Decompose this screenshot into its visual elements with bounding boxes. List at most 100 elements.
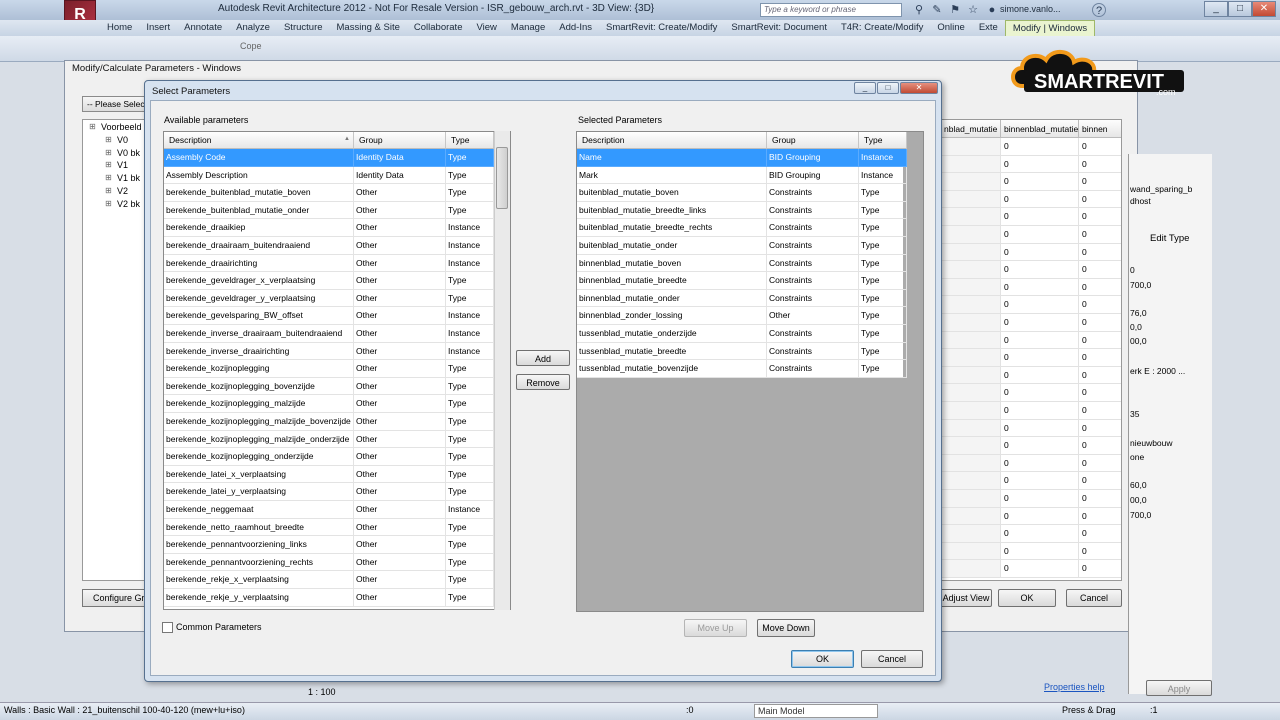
grid-cell[interactable] bbox=[941, 190, 1001, 209]
grid-cell[interactable]: 0 bbox=[1079, 191, 1121, 209]
property-value[interactable]: 0,0 bbox=[1130, 322, 1210, 332]
table-row[interactable]: tussenblad_mutatie_breedte Constraints Typ… bbox=[577, 342, 907, 361]
grid-cell[interactable]: 0 bbox=[1079, 543, 1121, 561]
grid-cell[interactable]: 0 bbox=[1001, 419, 1079, 438]
column-header[interactable]: Description bbox=[577, 132, 767, 149]
configure-groups-button[interactable]: Configure Grou bbox=[82, 589, 150, 607]
grid-cell[interactable]: 0 bbox=[1079, 208, 1121, 226]
ribbon-tab[interactable]: Annotate bbox=[177, 20, 229, 36]
property-value[interactable]: 00,0 bbox=[1130, 495, 1210, 505]
table-row[interactable]: berekende_geveldrager_y_verplaatsing Othe… bbox=[164, 289, 494, 308]
grid-cell[interactable]: 0 bbox=[1079, 156, 1121, 174]
table-row[interactable]: berekende_buitenblad_mutatie_onder Other T… bbox=[164, 201, 494, 220]
grid-cell[interactable]: 0 bbox=[1001, 314, 1079, 332]
ribbon-tab[interactable]: Insert bbox=[139, 20, 177, 36]
grid-cell[interactable] bbox=[941, 226, 1001, 244]
subscription-icon[interactable]: ✎ bbox=[930, 3, 944, 17]
available-parameters-grid[interactable]: Description Group Type ▲ Assembly Code Identi… bbox=[163, 131, 511, 610]
table-row[interactable]: berekende_rekje_y_verplaatsing Other Type bbox=[164, 589, 494, 607]
grid-cell[interactable] bbox=[941, 454, 1001, 473]
grid-cell[interactable]: 0 bbox=[1001, 243, 1079, 262]
grid-cell[interactable]: 0 bbox=[1001, 331, 1079, 350]
grid-cell[interactable]: 0 bbox=[1001, 173, 1079, 191]
ribbon-tab[interactable]: Add-Ins bbox=[552, 20, 599, 36]
grid-cell[interactable]: 0 bbox=[1079, 472, 1121, 490]
tree-expander-icon[interactable]: ⊞ bbox=[105, 148, 112, 157]
scrollbar-thumb[interactable] bbox=[496, 147, 508, 209]
ribbon-tab[interactable]: Manage bbox=[504, 20, 552, 36]
grid-cell[interactable]: 0 bbox=[1001, 208, 1079, 226]
communication-icon[interactable]: ⚑ bbox=[948, 3, 962, 17]
grid-cell[interactable] bbox=[941, 243, 1001, 262]
ribbon-tab[interactable]: Exte bbox=[972, 20, 1005, 36]
grid-cell[interactable]: 0 bbox=[1001, 454, 1079, 473]
property-value[interactable]: 60,0 bbox=[1130, 480, 1210, 490]
grid-cell[interactable]: 0 bbox=[1001, 542, 1079, 561]
property-value[interactable]: one bbox=[1130, 452, 1210, 462]
property-value[interactable]: erk E : 2000 ... bbox=[1130, 366, 1210, 376]
table-row[interactable]: berekende_kozijnoplegging_malzijde_boven… bbox=[164, 413, 494, 431]
tree-expander-icon[interactable]: ⊞ bbox=[89, 122, 96, 131]
grid-cell[interactable]: 0 bbox=[1079, 296, 1121, 314]
tree-expander-icon[interactable]: ⊞ bbox=[105, 173, 112, 182]
ribbon-tab[interactable]: T4R: Create/Modify bbox=[834, 20, 930, 36]
ribbon-tab[interactable]: Collaborate bbox=[407, 20, 470, 36]
ribbon-tab[interactable]: Structure bbox=[277, 20, 330, 36]
binoculars-icon[interactable]: ⚲ bbox=[912, 3, 926, 17]
table-row[interactable]: berekende_buitenblad_mutatie_boven Other T… bbox=[164, 184, 494, 202]
favorites-star-icon[interactable]: ☆ bbox=[966, 3, 980, 17]
grid-cell[interactable]: 0 bbox=[1079, 173, 1121, 191]
table-row[interactable]: berekende_pennantvoorziening_rechts Other… bbox=[164, 553, 494, 572]
apply-button[interactable]: Apply bbox=[1146, 680, 1212, 696]
grid-cell[interactable] bbox=[941, 155, 1001, 174]
grid-cell[interactable]: 0 bbox=[1079, 525, 1121, 543]
tree-expander-icon[interactable]: ⊞ bbox=[105, 199, 112, 208]
grid-cell[interactable] bbox=[941, 349, 1001, 367]
column-header[interactable]: Group bbox=[767, 132, 859, 149]
grid-cell[interactable]: 0 bbox=[1079, 279, 1121, 297]
grid-cell[interactable]: 0 bbox=[1001, 402, 1079, 420]
grid-cell[interactable] bbox=[941, 331, 1001, 350]
grid-cell[interactable]: 0 bbox=[1001, 490, 1079, 508]
table-row[interactable]: buitenblad_mutatie_breedte_rechts Constra… bbox=[577, 219, 907, 237]
ribbon-tab[interactable]: SmartRevit: Create/Modify bbox=[599, 20, 724, 36]
properties-help-link[interactable]: Properties help bbox=[1044, 682, 1105, 692]
dialog-close-button[interactable]: ✕ bbox=[900, 82, 938, 94]
property-value[interactable]: 35 bbox=[1130, 409, 1210, 419]
table-row[interactable]: berekende_kozijnoplegging Other Type bbox=[164, 360, 494, 378]
grid-cell[interactable] bbox=[941, 507, 1001, 526]
table-row[interactable]: berekende_draairichting Other Instance bbox=[164, 254, 494, 273]
property-value[interactable]: 00,0 bbox=[1130, 336, 1210, 346]
property-value[interactable]: wand_sparing_b bbox=[1130, 184, 1210, 194]
grid-cell[interactable]: 0 bbox=[1079, 420, 1121, 438]
table-row[interactable]: berekende_kozijnoplegging_bovenzijde Othe… bbox=[164, 377, 494, 396]
grid-cell[interactable] bbox=[941, 490, 1001, 508]
column-header[interactable]: Type bbox=[859, 132, 907, 149]
ok-button[interactable]: OK bbox=[791, 650, 854, 668]
tree-item[interactable]: Voorbeeld bbox=[101, 122, 142, 132]
grid-cell[interactable] bbox=[941, 261, 1001, 279]
grid-cell[interactable]: 0 bbox=[1079, 332, 1121, 350]
table-row[interactable]: Assembly Description Identity Data Type bbox=[164, 166, 494, 185]
table-row[interactable]: Name BID Grouping Instance bbox=[577, 149, 907, 167]
column-header[interactable]: nblad_mutatie bbox=[941, 120, 1001, 138]
view-scale[interactable]: 1 : 100 bbox=[308, 687, 336, 697]
ribbon-tab[interactable]: Home bbox=[100, 20, 139, 36]
grid-cell[interactable]: 0 bbox=[1001, 155, 1079, 174]
grid-cell[interactable] bbox=[941, 314, 1001, 332]
column-header[interactable]: Group bbox=[354, 132, 446, 149]
property-value[interactable]: dhost bbox=[1130, 196, 1210, 206]
grid-cell[interactable]: 0 bbox=[1079, 226, 1121, 244]
maximize-button[interactable]: □ bbox=[1228, 1, 1252, 17]
grid-cell[interactable]: 0 bbox=[1001, 384, 1079, 402]
column-header[interactable]: Description bbox=[164, 132, 354, 149]
grid-cell[interactable] bbox=[941, 208, 1001, 226]
table-row[interactable]: berekende_gevelsparing_BW_offset Other Ins… bbox=[164, 307, 494, 325]
column-header[interactable]: binnenblad_mutatie bbox=[1001, 120, 1079, 138]
cancel-button[interactable]: Cancel bbox=[861, 650, 923, 668]
table-row[interactable]: berekende_kozijnoplegging_malzijde_onder… bbox=[164, 430, 494, 449]
table-row[interactable]: buitenblad_mutatie_breedte_links Constrai… bbox=[577, 201, 907, 220]
grid-cell[interactable]: 0 bbox=[1001, 507, 1079, 526]
move-down-button[interactable]: Move Down bbox=[757, 619, 815, 637]
table-row[interactable]: berekende_inverse_draairichting Other Inst… bbox=[164, 342, 494, 361]
